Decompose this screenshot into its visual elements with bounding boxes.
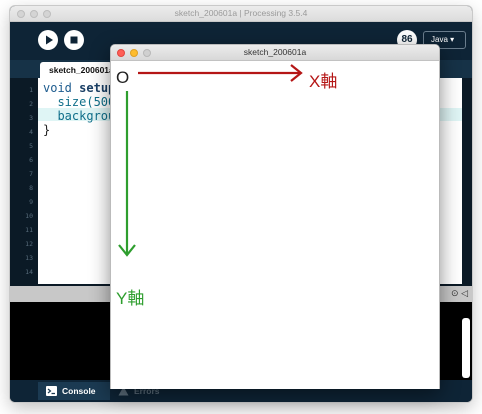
line-number: 13 — [25, 254, 33, 262]
stop-icon — [70, 36, 78, 44]
line-number: 2 — [29, 100, 33, 108]
ide-window-title: sketch_200601a | Processing 3.5.4 — [174, 8, 308, 18]
line-number: 1 — [29, 86, 33, 94]
sketch-window: sketch_200601a O X軸 Y軸 — [110, 44, 440, 389]
line-number: 7 — [29, 170, 33, 178]
code-line: backgrou — [57, 109, 116, 123]
code-line: void setup — [43, 81, 116, 95]
editor-scrollbar[interactable] — [462, 78, 472, 284]
line-number: 11 — [25, 226, 33, 234]
console-scrollbar[interactable] — [462, 318, 470, 378]
stop-button[interactable] — [64, 30, 84, 50]
code-line: size(500 — [57, 95, 116, 109]
line-number: 14 — [25, 268, 33, 276]
y-axis-label: Y軸 — [116, 289, 145, 308]
console-icon — [46, 386, 57, 396]
tab-sketch[interactable]: sketch_200601a — [40, 62, 114, 78]
origin-label: O — [116, 68, 130, 87]
console-tab-label: Console — [62, 386, 96, 396]
line-number: 10 — [25, 212, 33, 220]
line-number: 9 — [29, 198, 33, 206]
line-number: 3 — [29, 114, 33, 122]
ide-titlebar: sketch_200601a | Processing 3.5.4 — [10, 6, 472, 22]
x-axis-label: X軸 — [309, 72, 338, 91]
status-icons[interactable]: ⊙ ◁ — [451, 288, 468, 299]
line-number: 6 — [29, 156, 33, 164]
line-number: 8 — [29, 184, 33, 192]
code-line: } — [43, 123, 51, 137]
sketch-canvas[interactable]: O X軸 Y軸 — [111, 61, 439, 389]
line-number: 5 — [29, 142, 33, 150]
play-icon — [46, 35, 53, 45]
axis-drawing — [118, 64, 303, 257]
line-number: 12 — [25, 240, 33, 248]
sketch-window-title: sketch_200601a — [243, 47, 307, 57]
line-number-gutter: 1 2 3 4 5 6 7 8 9 10 11 12 13 14 — [10, 78, 38, 284]
line-number: 4 — [29, 128, 33, 136]
sketch-titlebar: sketch_200601a — [111, 45, 439, 61]
tab-console[interactable]: Console — [38, 382, 110, 400]
run-button[interactable] — [38, 30, 58, 50]
